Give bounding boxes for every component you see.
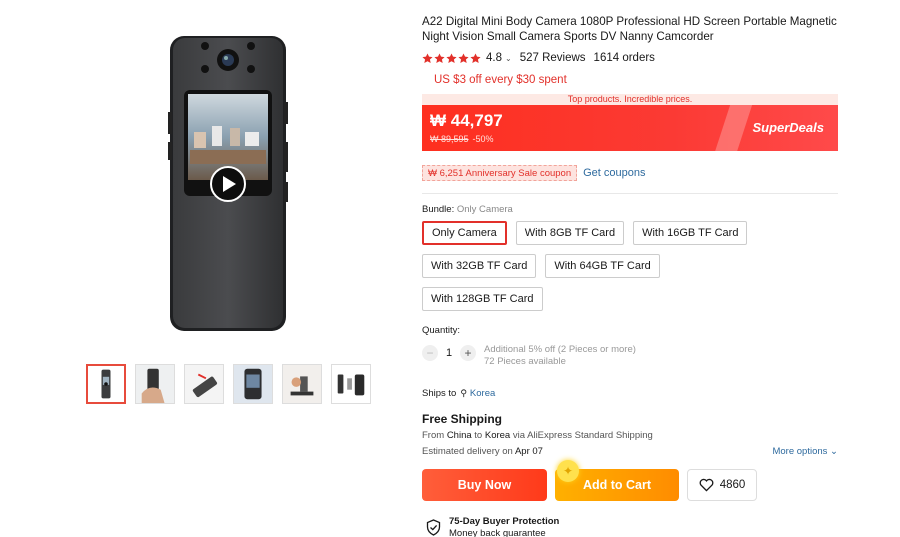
quantity-input[interactable]: 1 <box>438 345 460 361</box>
quantity-stepper: − 1 + Additional 5% off (2 Pieces or mor… <box>422 344 838 368</box>
star-icon <box>470 52 481 63</box>
bundle-selected-value: Only Camera <box>456 204 513 215</box>
rating-row: 4.8 ⌄ 527 Reviews 1614 orders <box>422 52 838 64</box>
free-shipping-label: Free Shipping <box>422 412 503 426</box>
decor-stripe <box>710 105 756 151</box>
bundle-option-8gb[interactable]: With 8GB TF Card <box>515 221 625 245</box>
quantity-label: Quantity: <box>422 325 461 336</box>
store-promo[interactable]: US $3 off every $30 spent <box>434 74 838 86</box>
chevron-down-icon[interactable]: ⌄ <box>505 54 512 63</box>
current-price: ₩ 44,797 <box>430 111 503 130</box>
bundle-option-16gb[interactable]: With 16GB TF Card <box>633 221 748 245</box>
product-page: A22 Digital Mini Body Camera 1080P Profe… <box>0 0 900 537</box>
eta-date: Apr 07 <box>514 446 543 457</box>
eta-label: Estimated delivery on <box>422 446 513 457</box>
wishlist-count: 4860 <box>719 479 746 491</box>
origin-country: China <box>446 430 472 441</box>
wishlist-button[interactable]: 4860 <box>687 469 757 501</box>
increase-quantity-button[interactable]: + <box>460 345 476 361</box>
destination-country: Korea <box>484 430 511 441</box>
protection-subtitle: Money back guarantee <box>449 528 546 537</box>
shipping-route: From China to Korea via AliExpress Stand… <box>422 430 838 441</box>
original-price-row: ₩ 89,595 -50% <box>430 134 494 144</box>
sparkle-icon: ✦ <box>557 460 579 482</box>
rating-score[interactable]: 4.8 <box>486 52 502 64</box>
bundle-options: Only Camera With 8GB TF Card With 16GB T… <box>422 221 782 311</box>
estimated-delivery: Estimated delivery on Apr 07 <box>422 446 543 457</box>
shipping-method: via AliExpress Standard Shipping <box>512 430 653 441</box>
star-icon <box>458 52 469 63</box>
add-to-cart-button[interactable]: ✦ Add to Cart <box>555 460 679 501</box>
ships-to-row: Ships to ⚲ Korea <box>422 388 838 399</box>
star-icon <box>434 52 445 63</box>
ships-to-country[interactable]: Korea <box>470 388 495 399</box>
main-product-image[interactable] <box>150 22 310 337</box>
buyer-protection[interactable]: 75-Day Buyer Protection Money back guara… <box>426 516 838 537</box>
purchase-actions: Buy Now ✦ Add to Cart 4860 <box>422 460 838 501</box>
product-details: A22 Digital Mini Body Camera 1080P Profe… <box>422 14 838 537</box>
stock-available: 72 Pieces available <box>484 356 566 367</box>
thumbnail[interactable] <box>135 364 175 404</box>
decrease-quantity-button[interactable]: − <box>422 345 438 361</box>
delivery-row: Estimated delivery on Apr 07 More option… <box>422 446 838 457</box>
shield-check-icon <box>426 519 441 536</box>
bundle-option-only-camera[interactable]: Only Camera <box>422 221 507 245</box>
reviews-count[interactable]: 527 Reviews <box>520 52 586 64</box>
superdeals-logo: SuperDeals <box>752 120 824 135</box>
thumbnail[interactable] <box>184 364 224 404</box>
bundle-label-text: Bundle: <box>422 204 455 215</box>
divider <box>422 193 838 194</box>
more-shipping-options-link[interactable]: More options ⌄ <box>772 446 838 457</box>
star-icon <box>446 52 457 63</box>
thumbnail[interactable] <box>331 364 371 404</box>
add-to-cart-label: Add to Cart <box>582 478 652 492</box>
thumbnail-strip <box>86 364 371 404</box>
bulk-discount-note: Additional 5% off (2 Pieces or more) <box>484 344 636 355</box>
bundle-label: Bundle: Only Camera <box>422 204 838 215</box>
to-label: to <box>474 430 483 441</box>
heart-icon <box>699 478 714 492</box>
quantity-info: Additional 5% off (2 Pieces or more) 72 … <box>484 344 636 368</box>
body-camera-illustration <box>168 36 288 331</box>
coupon-row: ₩ 6,251 Anniversary Sale coupon Get coup… <box>422 165 838 181</box>
orders-count: 1614 orders <box>593 52 655 64</box>
superdeals-price-box: ₩ 44,797 ₩ 89,595 -50% SuperDeals <box>422 105 838 151</box>
ships-to-label: Ships to <box>422 388 457 399</box>
product-title: A22 Digital Mini Body Camera 1080P Profe… <box>422 15 837 43</box>
chevron-down-icon: ⌄ <box>830 446 838 457</box>
location-pin-icon: ⚲ <box>460 388 467 398</box>
coupon-badge[interactable]: ₩ 6,251 Anniversary Sale coupon <box>422 165 578 181</box>
bundle-option-32gb[interactable]: With 32GB TF Card <box>422 254 537 278</box>
protection-title: 75-Day Buyer Protection <box>449 516 560 527</box>
star-rating[interactable] <box>422 52 481 64</box>
buy-now-button[interactable]: Buy Now <box>422 469 547 501</box>
thumbnail[interactable] <box>233 364 273 404</box>
get-coupons-link[interactable]: Get coupons <box>583 167 645 179</box>
thumbnail[interactable] <box>86 364 126 404</box>
bundle-option-128gb[interactable]: With 128GB TF Card <box>422 287 543 311</box>
from-label: From <box>422 430 445 441</box>
superdeals-banner-text: Top products. Incredible prices. <box>422 94 838 105</box>
bundle-option-64gb[interactable]: With 64GB TF Card <box>545 254 660 278</box>
discount-badge: -50% <box>472 134 494 144</box>
more-options-label: More options <box>772 446 828 457</box>
original-price: ₩ 89,595 <box>430 134 469 144</box>
star-icon <box>422 52 433 63</box>
thumbnail[interactable] <box>282 364 322 404</box>
